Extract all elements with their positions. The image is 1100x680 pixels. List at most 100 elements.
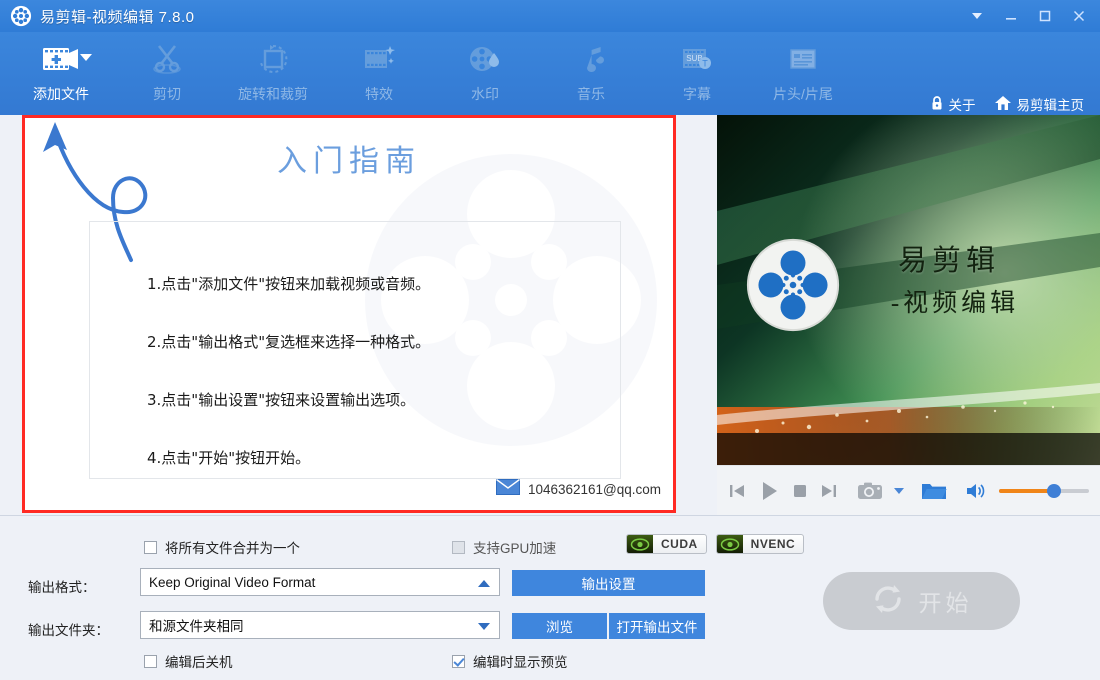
open-output-button[interactable]: 打开输出文件: [609, 613, 705, 639]
title-bar: 易剪辑-视频编辑 7.8.0: [0, 0, 1100, 32]
output-format-label: 输出格式：: [28, 576, 96, 596]
toolbar-item-music[interactable]: 音乐: [538, 32, 644, 110]
merge-all-checkbox[interactable]: 将所有文件合并为一个: [144, 537, 300, 557]
film-reel-icon: [10, 5, 32, 27]
chevron-down-icon[interactable]: [80, 54, 92, 61]
splash-subtitle: -视频编辑: [840, 283, 1070, 319]
start-button[interactable]: 开始: [823, 572, 1020, 630]
toolbar-item-effects[interactable]: 特效: [326, 32, 432, 110]
status-badge: NVENC: [716, 534, 805, 554]
badge-label: CUDA: [653, 537, 706, 551]
folder-icon[interactable]: [921, 474, 947, 508]
toolbar-item-rotate-crop[interactable]: 旋转和裁剪: [220, 32, 326, 110]
toolbar-item-watermark[interactable]: 水印: [432, 32, 538, 110]
page-title: 入门指南: [25, 136, 673, 180]
guide-panel: 入门指南 1.点击"添加文件"按钮来加载视频或音频。 2.点击"输出格式"复选框…: [22, 115, 676, 513]
minimize-to-tray-button[interactable]: [960, 0, 994, 32]
output-format-select[interactable]: Keep Original Video Format: [140, 568, 500, 596]
speaker-icon[interactable]: [965, 474, 987, 508]
list-item: 4.点击"开始"按钮开始。: [147, 447, 577, 468]
home-icon: [994, 95, 1012, 114]
browse-button[interactable]: 浏览: [512, 613, 607, 639]
volume-knob[interactable]: [1047, 484, 1061, 498]
toolbar-item-label: 旋转和裁剪: [238, 84, 308, 104]
subtitle-icon: SUB T: [677, 38, 717, 80]
caret-up-icon[interactable]: [477, 569, 491, 597]
toolbar-right-links: 关于 易剪辑主页: [924, 94, 1091, 114]
toolbar-item-label: 添加文件: [33, 84, 89, 104]
maximize-button[interactable]: [1028, 0, 1062, 32]
nvidia-eye-icon: [627, 535, 653, 553]
output-folder-select[interactable]: 和源文件夹相同: [140, 611, 500, 639]
app-window: 易剪辑-视频编辑 7.8.0: [0, 0, 1100, 680]
volume-track[interactable]: [999, 489, 1089, 493]
toolbar-item-cut[interactable]: 剪切: [114, 32, 220, 110]
refresh-convert-icon: [871, 582, 905, 621]
output-folder-label: 输出文件夹：: [28, 619, 109, 639]
stop-icon[interactable]: [791, 474, 809, 508]
toolbar-item-add-file[interactable]: 添加文件: [8, 32, 114, 110]
volume-fill: [999, 489, 1053, 493]
list-item: 3.点击"输出设置"按钮来设置输出选项。: [147, 389, 577, 410]
about-link[interactable]: 关于: [924, 94, 982, 114]
camera-icon[interactable]: [857, 474, 883, 508]
window-controls: [960, 0, 1096, 32]
toolbar-item-label: 特效: [365, 84, 393, 104]
toolbar-item-label: 片头/片尾: [773, 84, 833, 104]
shutdown-after-label: 编辑后关机: [165, 651, 233, 671]
nvidia-eye-icon: [717, 535, 743, 553]
support-email[interactable]: 1046362161@qq.com: [496, 479, 661, 500]
email-text: 1046362161@qq.com: [528, 482, 661, 497]
output-format-value: Keep Original Video Format: [149, 575, 315, 590]
effects-icon: [359, 38, 399, 80]
steps-list: 1.点击"添加文件"按钮来加载视频或音频。 2.点击"输出格式"复选框来选择一种…: [147, 273, 577, 505]
skip-previous-icon[interactable]: [727, 474, 747, 508]
toolbar-item-label: 剪切: [153, 84, 181, 104]
toolbar-item-label: 音乐: [577, 84, 605, 104]
play-icon[interactable]: [757, 474, 781, 508]
merge-all-label: 将所有文件合并为一个: [165, 537, 300, 557]
badge-label: NVENC: [743, 537, 804, 551]
toolbar-item-intro-outro[interactable]: 片头/片尾: [750, 32, 856, 110]
window-title: 易剪辑-视频编辑 7.8.0: [40, 6, 195, 27]
music-note-icon: [571, 38, 611, 80]
minimize-button[interactable]: [994, 0, 1028, 32]
volume-slider[interactable]: [999, 489, 1089, 493]
toolbar-item-label: 字幕: [683, 84, 711, 104]
about-label: 关于: [949, 94, 976, 114]
main-toolbar: 添加文件 剪切: [0, 32, 1100, 115]
toolbar-item-subtitle[interactable]: SUB T 字幕: [644, 32, 750, 110]
skip-next-icon[interactable]: [819, 474, 839, 508]
list-item: 1.点击"添加文件"按钮来加载视频或音频。: [147, 273, 577, 294]
output-folder-value: 和源文件夹相同: [149, 615, 244, 635]
caret-down-icon[interactable]: [893, 474, 905, 508]
envelope-icon: [496, 479, 520, 500]
start-button-label: 开始: [919, 584, 973, 618]
player-controls: [717, 465, 1100, 515]
caret-down-icon[interactable]: [477, 612, 491, 640]
home-link[interactable]: 易剪辑主页: [988, 94, 1091, 114]
close-button[interactable]: [1062, 0, 1096, 32]
checkbox-box[interactable]: [452, 655, 465, 668]
toolbar-item-label: 水印: [471, 84, 499, 104]
watermark-icon: [465, 38, 505, 80]
intro-outro-icon: [783, 38, 823, 80]
status-badge: CUDA: [626, 534, 707, 554]
list-item: 2.点击"输出格式"复选框来选择一种格式。: [147, 331, 577, 352]
checkbox-box[interactable]: [144, 655, 157, 668]
lock-icon: [930, 95, 944, 114]
preview-panel[interactable]: 易剪辑 -视频编辑: [717, 115, 1100, 465]
checkbox-box[interactable]: [452, 541, 465, 554]
add-file-icon: [40, 38, 82, 80]
gpu-acceleration-checkbox[interactable]: 支持GPU加速: [452, 537, 556, 557]
film-reel-icon: [745, 237, 841, 333]
shutdown-after-checkbox[interactable]: 编辑后关机: [144, 651, 233, 671]
rotate-crop-icon: [253, 38, 293, 80]
gpu-acceleration-label: 支持GPU加速: [473, 537, 556, 557]
scissors-icon: [147, 38, 187, 80]
home-label: 易剪辑主页: [1017, 94, 1085, 114]
checkbox-box[interactable]: [144, 541, 157, 554]
splash-title: 易剪辑: [834, 237, 1064, 279]
show-preview-checkbox[interactable]: 编辑时显示预览: [452, 651, 568, 671]
output-settings-button[interactable]: 输出设置: [512, 570, 705, 596]
